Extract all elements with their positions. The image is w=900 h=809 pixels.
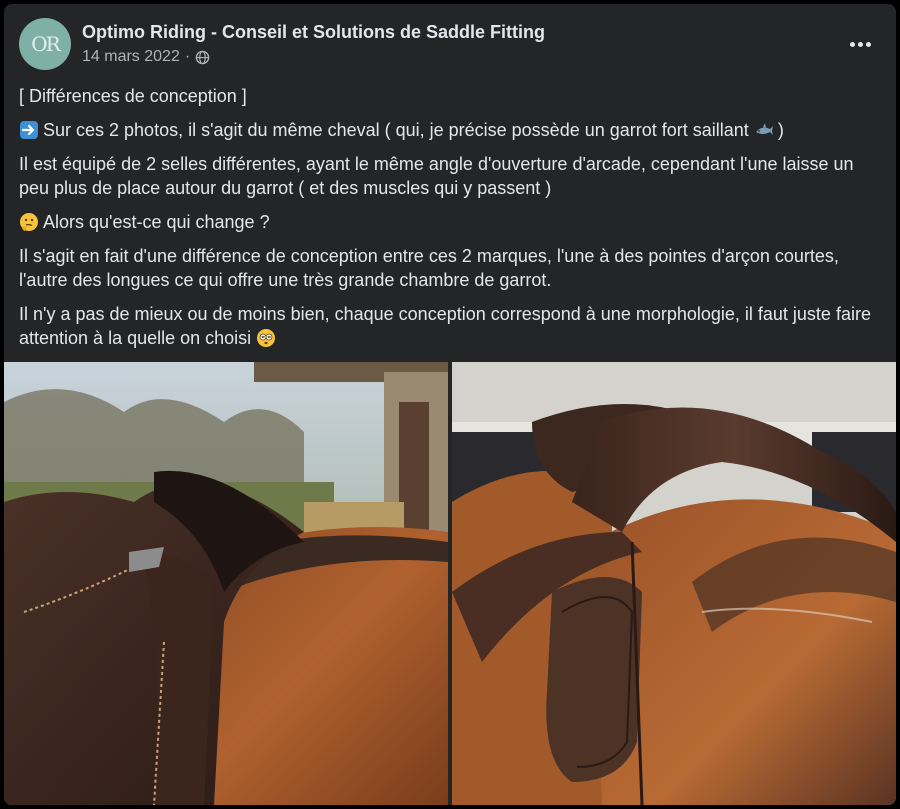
- post-text: [ Différences de conception ] Sur ces 2 …: [19, 84, 881, 360]
- post-paragraph-4: Alors qu'est-ce qui change ?: [19, 210, 881, 234]
- post-card: OR Optimo Riding - Conseil et Solutions …: [4, 4, 896, 805]
- paragraph-2-text: Sur ces 2 photos, il s'agit du même chev…: [43, 120, 749, 140]
- meta-separator: ·: [184, 48, 191, 65]
- post-paragraph-3: Il est équipé de 2 selles différentes, a…: [19, 154, 854, 198]
- paragraph-2-end: ): [777, 120, 784, 140]
- thinking-face-emoji: [19, 212, 39, 232]
- more-dot: [865, 41, 871, 47]
- dizzy-face-emoji: [256, 328, 276, 348]
- page-name-link[interactable]: Optimo Riding - Conseil et Solutions de …: [82, 22, 545, 43]
- page-avatar[interactable]: OR: [19, 18, 71, 70]
- arrow-right-emoji: [19, 120, 39, 140]
- photo-gallery: [4, 362, 896, 805]
- saddle-photo-long-points[interactable]: [452, 362, 896, 805]
- more-horizontal-icon: [849, 41, 855, 47]
- saddle-photo-short-points[interactable]: [4, 362, 448, 805]
- globe-icon: [195, 50, 210, 65]
- post-paragraph-2: Sur ces 2 photos, il s'agit du même chev…: [19, 118, 881, 142]
- avatar-monogram: OR: [31, 32, 61, 56]
- post-paragraph-1: [ Différences de conception ]: [19, 86, 247, 106]
- post-date-link[interactable]: 14 mars 2022: [82, 48, 180, 66]
- more-dot: [857, 41, 863, 47]
- more-options-button[interactable]: [846, 34, 874, 54]
- paragraph-6-text: Il n'y a pas de mieux ou de moins bien, …: [19, 304, 871, 348]
- post-paragraph-5: Il s'agit en fait d'une différence de co…: [19, 246, 839, 290]
- post-paragraph-6: Il n'y a pas de mieux ou de moins bien, …: [19, 302, 881, 350]
- post-meta: 14 mars 2022 ·: [82, 48, 210, 66]
- shark-emoji: [754, 120, 774, 140]
- paragraph-4-text: Alors qu'est-ce qui change ?: [43, 212, 270, 232]
